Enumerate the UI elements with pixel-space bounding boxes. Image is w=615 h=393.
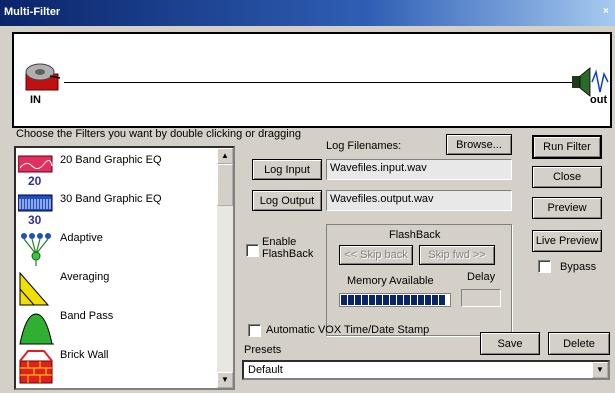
bypass-checkbox[interactable]: [538, 260, 551, 273]
filter-chain-canvas[interactable]: IN out: [12, 32, 612, 128]
preset-selected-value: Default: [248, 364, 283, 376]
scroll-up-icon[interactable]: ▲: [217, 148, 233, 164]
skip-back-button[interactable]: << Skip back: [339, 245, 413, 265]
filter-label: Adaptive: [60, 232, 103, 244]
chevron-down-icon[interactable]: ▼: [592, 362, 608, 378]
brickwall-icon: [19, 350, 53, 384]
enable-flashback-checkbox[interactable]: [246, 244, 259, 257]
scroll-down-icon[interactable]: ▼: [217, 372, 233, 388]
enable-flashback-label-2: FlashBack: [262, 248, 314, 260]
main-window: IN out Choose the Filters you want by do…: [4, 26, 615, 393]
flashback-title: FlashBack: [389, 229, 441, 241]
list-item-adaptive[interactable]: Adaptive: [18, 230, 218, 269]
memory-available-label: Memory Available: [347, 275, 434, 287]
log-output-field[interactable]: Wavefiles.output.wav: [326, 190, 512, 211]
save-button[interactable]: Save: [480, 332, 540, 355]
filter-list-scrollbar[interactable]: ▲ ▼: [217, 148, 233, 388]
close-icon[interactable]: ×: [603, 6, 613, 20]
averaging-icon: [19, 271, 50, 306]
delay-label: Delay: [467, 271, 496, 283]
eq30-text: 30: [28, 213, 42, 227]
input-label: IN: [30, 94, 41, 106]
window-title: Multi-Filter: [4, 6, 61, 18]
list-item-20-band-eq[interactable]: 20 20 Band Graphic EQ: [18, 152, 218, 191]
memory-progress-bar: [339, 293, 451, 307]
skip-forward-button[interactable]: Skip fwd >>: [419, 245, 495, 265]
run-filter-button[interactable]: Run Filter: [532, 135, 602, 159]
close-button[interactable]: Close: [532, 166, 602, 188]
speaker-output-icon[interactable]: [570, 64, 610, 98]
log-input-field[interactable]: Wavefiles.input.wav: [326, 159, 512, 180]
log-filenames-label: Log Filenames:: [326, 140, 402, 152]
eq30-icon: 30: [18, 194, 53, 227]
bandpass-icon: [19, 313, 54, 345]
vox-checkbox[interactable]: [248, 324, 261, 337]
title-bar: Multi-Filter ×: [0, 0, 615, 26]
filter-label: 20 Band Graphic EQ: [60, 154, 162, 166]
input-device-icon[interactable]: [24, 62, 64, 94]
filter-list[interactable]: 20 20 Band Graphic EQ 30 30 Band Graphic…: [14, 146, 235, 390]
list-item-averaging[interactable]: Averaging: [18, 269, 218, 308]
delete-button[interactable]: Delete: [548, 332, 610, 355]
scroll-thumb[interactable]: [217, 164, 233, 206]
vox-label: Automatic VOX Time/Date Stamp: [266, 324, 430, 336]
output-label: out: [590, 94, 608, 106]
adaptive-icon: [21, 233, 51, 266]
signal-path-line: [64, 82, 574, 83]
log-output-button[interactable]: Log Output: [252, 190, 322, 211]
list-item-30-band-eq[interactable]: 30 30 Band Graphic EQ: [18, 191, 218, 230]
filter-label: Brick Wall: [60, 349, 109, 361]
list-item-brick-wall[interactable]: Brick Wall: [18, 347, 218, 386]
filter-label: 30 Band Graphic EQ: [60, 193, 162, 205]
presets-dropdown[interactable]: Default ▼: [242, 360, 610, 380]
browse-button[interactable]: Browse...: [446, 134, 512, 155]
log-input-button[interactable]: Log Input: [252, 159, 322, 180]
eq20-icon: 20: [18, 155, 53, 188]
live-preview-button[interactable]: Live Preview: [532, 230, 602, 252]
filter-label: Band Pass: [60, 310, 114, 322]
filter-instruction: Choose the Filters you want by double cl…: [16, 128, 301, 140]
eq20-text: 20: [28, 174, 42, 188]
presets-label: Presets: [244, 344, 282, 356]
list-item-band-pass[interactable]: Band Pass: [18, 308, 218, 347]
preview-button[interactable]: Preview: [532, 197, 602, 219]
enable-flashback-label-1: Enable: [262, 236, 297, 248]
bypass-label: Bypass: [560, 261, 597, 273]
flashback-panel: FlashBack << Skip back Skip fwd >> Memor…: [326, 224, 512, 336]
filter-label: Averaging: [60, 271, 110, 283]
delay-field[interactable]: [461, 289, 501, 307]
